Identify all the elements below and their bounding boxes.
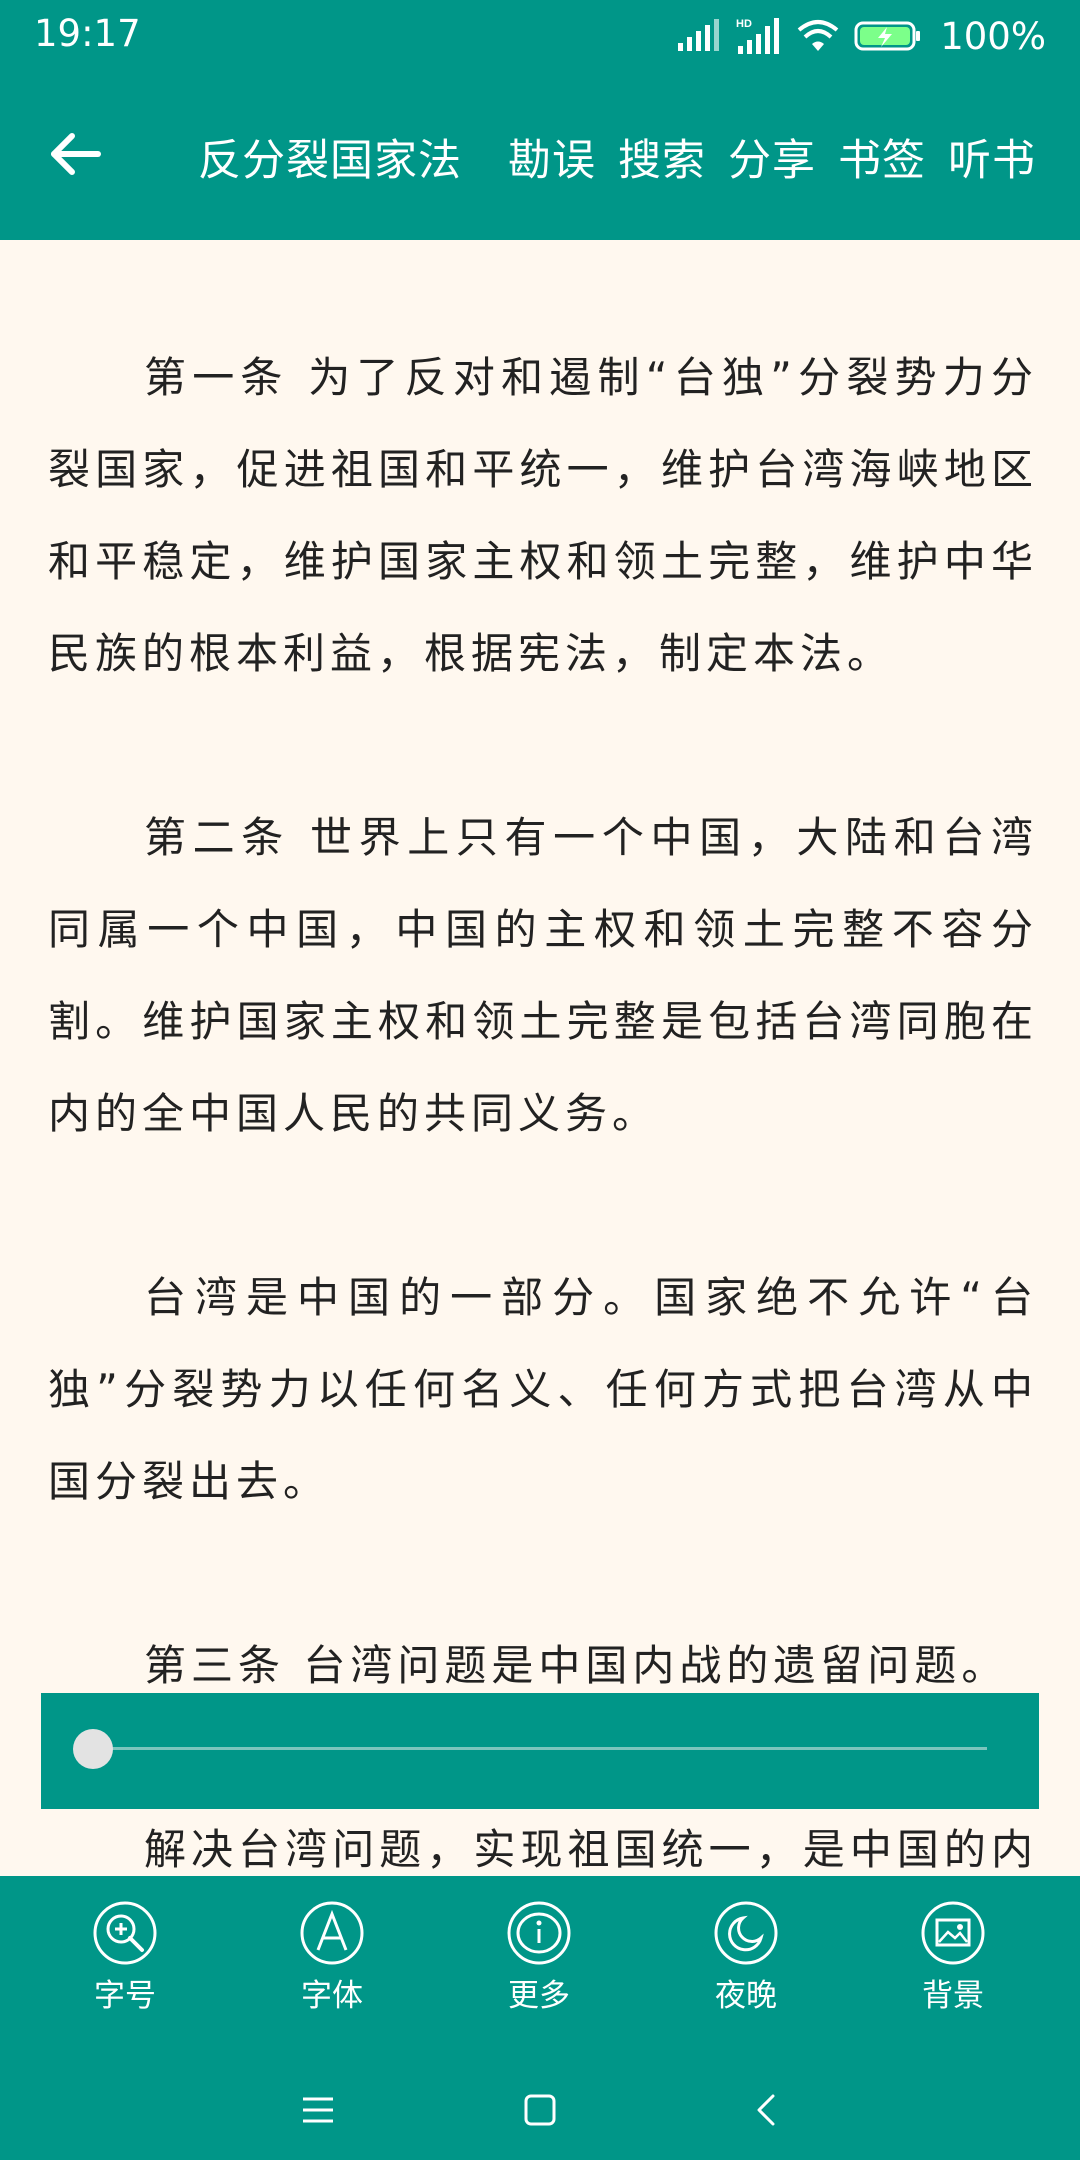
- book-title: 反分裂国家法: [198, 136, 462, 186]
- toolbar-actions: 勘误 搜索 分享 书签 听书: [508, 126, 1036, 188]
- reading-content[interactable]: 第一条 为了反对和遏制“台独”分裂势力分裂国家，促进祖国和平统一，维护台湾海峡地…: [48, 240, 1038, 1876]
- menu-label: 更多: [508, 1978, 570, 2014]
- battery-percent: 100%: [940, 14, 1046, 58]
- font-icon: [300, 1901, 364, 1965]
- back-button[interactable]: [40, 118, 112, 190]
- night-mode-button[interactable]: 夜晚: [676, 1900, 816, 2015]
- font-button[interactable]: 字体: [262, 1900, 402, 2015]
- listen-button[interactable]: 听书: [948, 126, 1036, 188]
- status-bar: 19:17 HD 100%: [0, 0, 1080, 72]
- menu-label: 夜晚: [715, 1978, 777, 2014]
- arrow-left-icon: [51, 133, 101, 175]
- home-nav-button[interactable]: [510, 2080, 570, 2140]
- svg-text:HD: HD: [736, 18, 752, 30]
- back-icon: [757, 2094, 775, 2126]
- more-button[interactable]: 更多: [469, 1900, 609, 2015]
- errata-button[interactable]: 勘误: [508, 126, 596, 188]
- menu-label: 字号: [94, 1978, 156, 2014]
- system-nav-bar: [0, 2060, 1080, 2160]
- background-image-icon: [921, 1901, 985, 1965]
- wifi-icon: [797, 20, 839, 51]
- progress-slider-panel: [41, 1693, 1039, 1809]
- paragraph: 第一条 为了反对和遏制“台独”分裂势力分裂国家，促进祖国和平统一，维护台湾海峡地…: [48, 353, 1038, 678]
- bookmark-button[interactable]: 书签: [838, 126, 926, 188]
- back-nav-button[interactable]: [736, 2080, 796, 2140]
- menu-icon: [303, 2097, 333, 2123]
- menu-label: 背景: [922, 1978, 984, 2014]
- font-size-icon: [93, 1901, 157, 1965]
- share-button[interactable]: 分享: [728, 126, 816, 188]
- reader-toolbar: 反分裂国家法 勘误 搜索 分享 书签 听书: [0, 72, 1080, 240]
- progress-track[interactable]: [93, 1747, 987, 1750]
- status-time: 19:17: [34, 12, 141, 55]
- night-mode-icon: [714, 1901, 778, 1965]
- background-button[interactable]: 背景: [883, 1900, 1023, 2015]
- menu-nav-button[interactable]: [288, 2080, 348, 2140]
- battery-charging-icon: [854, 21, 921, 51]
- paragraph: 第二条 世界上只有一个中国，大陆和台湾同属一个中国，中国的主权和领土完整不容分割…: [48, 813, 1038, 1138]
- hd-signal-icon: HD: [736, 18, 780, 54]
- content-top-spacer: [48, 240, 1038, 332]
- paragraph: 台湾是中国的一部分。国家绝不允许“台独”分裂势力以任何名义、任何方式把台湾从中国…: [48, 1273, 1038, 1506]
- signal-icon: [678, 19, 720, 51]
- font-size-button[interactable]: 字号: [55, 1900, 195, 2015]
- paragraph: 解决台湾问题，实现祖国统一，是中国的内部事务。: [144, 1825, 1038, 1874]
- menu-label: 字体: [301, 1978, 363, 2014]
- progress-thumb[interactable]: [73, 1729, 113, 1769]
- info-icon: [507, 1901, 571, 1965]
- search-button[interactable]: 搜索: [618, 126, 706, 188]
- status-icons: HD 100%: [676, 10, 1046, 62]
- home-icon: [524, 2094, 556, 2126]
